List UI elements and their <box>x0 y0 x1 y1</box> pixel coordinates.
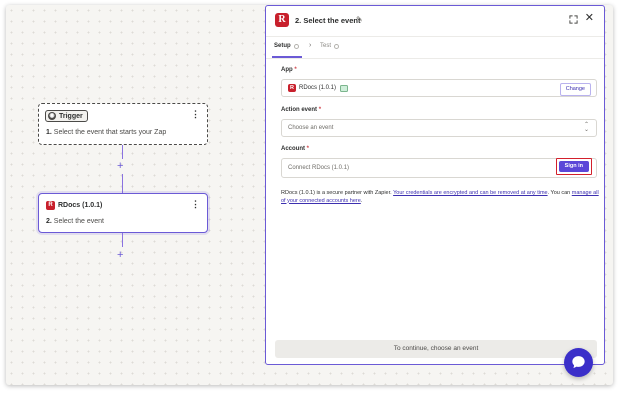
expand-icon[interactable] <box>569 15 578 24</box>
action-event-field-label: Action event * <box>281 107 321 113</box>
rdocs-logo-icon: R <box>46 201 55 210</box>
action-event-label-text: Action event <box>281 107 318 113</box>
chat-bubble-icon <box>572 356 585 369</box>
tab-setup-label: Setup <box>274 43 291 49</box>
action-step-number: 2. <box>46 218 52 225</box>
trigger-step-description: 1. Select the event that starts your Zap <box>46 129 166 136</box>
tab-test-label: Test <box>320 43 332 49</box>
connector-line <box>122 233 123 247</box>
info-prefix: RDocs (1.0.1) is a secure partner with Z… <box>281 190 392 196</box>
credentials-link[interactable]: Your credentials are encrypted and can b… <box>393 190 548 196</box>
action-step-card[interactable]: R RDocs (1.0.1) ⋮ 2. Select the event <box>38 193 208 233</box>
app-label-text: App <box>281 67 293 73</box>
setup-status-icon <box>293 43 299 49</box>
zap-editor-frame: ◉ Trigger ⋮ 1. Select the event that sta… <box>6 5 613 385</box>
rdocs-app-logo-icon: R <box>275 13 289 27</box>
app-field-label: App * <box>281 67 297 73</box>
account-placeholder: Connect RDocs (1.0.1) <box>288 165 350 171</box>
required-mark: * <box>294 67 297 73</box>
action-app-title: R RDocs (1.0.1) <box>46 201 102 210</box>
trigger-icon: ◉ <box>48 112 56 120</box>
selected-app-name: RDocs (1.0.1) <box>299 85 337 91</box>
panel-tabs: Setup › Test <box>266 36 604 59</box>
trigger-badge: ◉ Trigger <box>45 110 88 122</box>
rdocs-logo-icon: R <box>288 84 296 92</box>
chat-support-button[interactable] <box>564 348 593 377</box>
account-label-text: Account <box>281 146 305 152</box>
action-event-placeholder: Choose an event <box>288 125 334 131</box>
chevron-right-icon: › <box>309 42 312 49</box>
tab-setup[interactable]: Setup <box>274 43 299 49</box>
action-step-text: Select the event <box>53 218 104 225</box>
tab-test[interactable]: Test <box>320 43 340 49</box>
account-field: Connect RDocs (1.0.1) Sign in <box>281 158 597 178</box>
pencil-icon[interactable]: ✎ <box>356 15 363 24</box>
add-step-plus-icon[interactable]: + <box>117 161 123 172</box>
panel-title: 2. Select the event <box>295 16 361 25</box>
account-field-label: Account * <box>281 146 309 152</box>
app-version-icon <box>340 84 349 92</box>
trigger-badge-label: Trigger <box>59 112 83 120</box>
trigger-step-number: 1. <box>46 129 52 136</box>
signin-highlight: Sign in <box>555 158 592 175</box>
connector-line <box>122 145 123 159</box>
security-info-text: RDocs (1.0.1) is a secure partner with Z… <box>281 190 599 205</box>
selected-app-chip: R RDocs (1.0.1) <box>288 84 349 92</box>
action-step-description: 2. Select the event <box>46 218 104 225</box>
sign-in-button[interactable]: Sign in <box>558 161 589 172</box>
select-arrows-icon: ⌃ ⌄ <box>583 122 589 133</box>
step-config-panel: R 2. Select the event ✎ ✕ Setup › Test A… <box>265 5 605 365</box>
info-suffix: . <box>360 197 363 204</box>
required-mark: * <box>306 146 310 152</box>
trigger-step-card[interactable]: ◉ Trigger ⋮ 1. Select the event that sta… <box>38 103 208 145</box>
close-icon[interactable]: ✕ <box>585 13 594 24</box>
action-app-name: RDocs (1.0.1) <box>58 202 103 209</box>
test-status-icon <box>334 43 340 49</box>
trigger-step-text: Select the event that starts your Zap <box>53 129 167 136</box>
app-field: R RDocs (1.0.1) Change <box>281 79 597 97</box>
required-mark: * <box>318 107 322 113</box>
action-event-select[interactable]: Choose an event ⌃ ⌄ <box>281 119 597 137</box>
panel-header: R 2. Select the event ✎ ✕ <box>266 6 604 37</box>
trigger-menu-icon[interactable]: ⋮ <box>191 110 200 119</box>
change-app-button[interactable]: Change <box>559 83 591 96</box>
action-menu-icon[interactable]: ⋮ <box>191 200 200 209</box>
continue-button[interactable]: To continue, choose an event <box>275 340 597 358</box>
add-step-plus-icon[interactable]: + <box>117 250 123 261</box>
info-middle: . You can <box>547 190 571 196</box>
active-tab-indicator <box>272 56 302 58</box>
connector-line <box>122 174 123 193</box>
